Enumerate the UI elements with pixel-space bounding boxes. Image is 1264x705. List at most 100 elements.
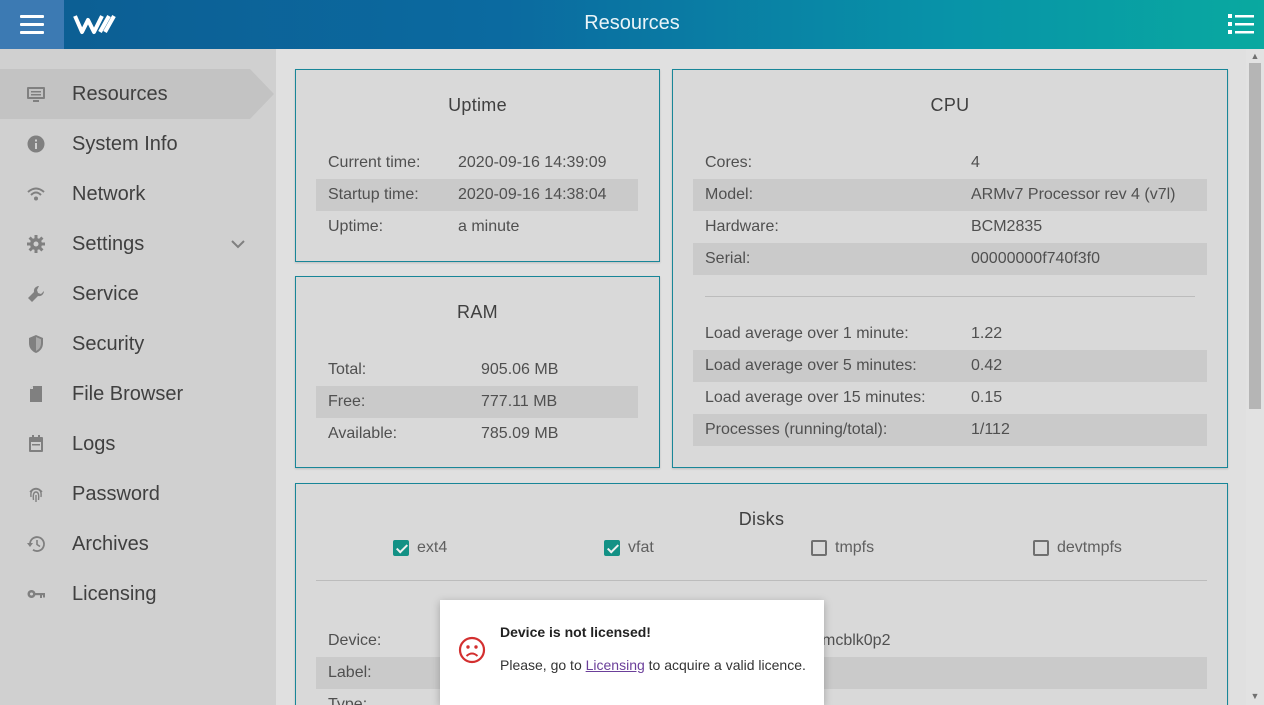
row-value: ARMv7 Processor rev 4 (v7l) xyxy=(971,186,1176,203)
table-row: Load average over 5 minutes: 0.42 xyxy=(693,350,1207,382)
row-key: Uptime: xyxy=(328,218,384,235)
sidebar-item-resources[interactable]: Resources xyxy=(0,69,274,119)
row-key: Device: xyxy=(328,632,382,649)
sidebar-item-label: Password xyxy=(72,482,160,505)
shield-icon xyxy=(29,335,43,353)
licensing-link[interactable]: Licensing xyxy=(586,657,645,673)
sidebar-item-licensing[interactable]: Licensing xyxy=(0,569,276,619)
history-icon xyxy=(27,536,45,552)
sidebar-item-label: File Browser xyxy=(72,382,184,405)
table-row: Model: ARMv7 Processor rev 4 (v7l) xyxy=(693,179,1207,211)
sidebar-item-label: Licensing xyxy=(72,582,157,605)
row-value: 2020-09-16 14:39:09 xyxy=(458,154,607,171)
sidebar-item-label: Settings xyxy=(72,232,145,255)
scrollbar-thumb[interactable] xyxy=(1249,63,1261,409)
ram-card: RAM Total: 905.06 MB Free: 777.11 MB Ava… xyxy=(295,276,660,468)
top-bar: Resources xyxy=(0,0,1264,49)
checkbox-label: tmpfs xyxy=(835,539,875,556)
sidebar-item-settings[interactable]: Settings xyxy=(0,219,276,269)
filter-tmpfs-checkbox[interactable]: tmpfs xyxy=(811,539,874,557)
dialog-message: Please, go to Licensing to acquire a val… xyxy=(500,657,806,673)
row-key: Total: xyxy=(328,361,367,378)
divider xyxy=(316,580,1207,581)
row-value: 1.22 xyxy=(971,325,1003,342)
sidebar-item-file-browser[interactable]: File Browser xyxy=(0,369,276,419)
row-value: 777.11 MB xyxy=(481,393,558,410)
row-key: Load average over 15 minutes: xyxy=(705,389,926,406)
cpu-card: CPU Cores: 4 Model: ARMv7 Processor rev … xyxy=(672,69,1228,468)
wifi-icon xyxy=(27,187,45,201)
row-value: 0.42 xyxy=(971,357,1003,374)
row-key: Hardware: xyxy=(705,218,779,235)
table-row: Free: 777.11 MB xyxy=(316,386,638,418)
dialog-message-suffix: to acquire a valid licence. xyxy=(644,657,806,673)
row-key: Available: xyxy=(328,425,398,442)
scroll-up-arrow-icon[interactable]: ▲ xyxy=(1250,51,1260,61)
sidebar-item-system-info[interactable]: System Info xyxy=(0,119,276,169)
row-value: a minute xyxy=(458,218,520,235)
license-warning-dialog: Device is not licensed! Please, go to Li… xyxy=(440,600,824,705)
page-title: Resources xyxy=(584,12,680,34)
card-title: Uptime xyxy=(448,95,507,115)
table-row: Serial: 00000000f740f3f0 xyxy=(693,243,1207,275)
scrollbar[interactable]: ▲ ▼ xyxy=(1246,49,1264,705)
row-key: Current time: xyxy=(328,154,421,171)
row-key: Processes (running/total): xyxy=(705,421,888,438)
sidebar-item-label: Security xyxy=(72,332,145,355)
sidebar-item-password[interactable]: Password xyxy=(0,469,276,519)
row-key: Startup time: xyxy=(328,186,419,203)
scroll-down-arrow-icon[interactable]: ▼ xyxy=(1250,691,1260,701)
row-key: Load average over 5 minutes: xyxy=(705,357,917,374)
row-key: Load average over 1 minute: xyxy=(705,325,909,342)
file-icon xyxy=(30,386,42,402)
filter-ext4-checkbox[interactable]: ext4 xyxy=(393,539,447,557)
table-row: Load average over 1 minute: 1.22 xyxy=(693,318,1207,350)
chevron-down-icon[interactable] xyxy=(230,236,246,252)
row-value: 0.15 xyxy=(971,389,1003,406)
filter-vfat-checkbox[interactable]: vfat xyxy=(604,539,654,557)
uptime-card: Uptime Current time: 2020-09-16 14:39:09… xyxy=(295,69,660,262)
row-key: Model: xyxy=(705,186,754,203)
checkbox-checked-icon[interactable] xyxy=(604,540,620,556)
row-value: 785.09 MB xyxy=(481,425,559,442)
sidebar-item-archives[interactable]: Archives xyxy=(0,519,276,569)
checkbox-unchecked-icon[interactable] xyxy=(1033,540,1049,556)
gear-icon xyxy=(27,235,45,253)
row-key: Free: xyxy=(328,393,366,410)
wrench-icon xyxy=(28,285,45,302)
sidebar-item-label: Logs xyxy=(72,432,116,455)
table-row: Startup time: 2020-09-16 14:38:04 xyxy=(316,179,638,211)
sidebar-item-label: Archives xyxy=(72,532,149,555)
row-value: 905.06 MB xyxy=(481,361,559,378)
checkbox-unchecked-icon[interactable] xyxy=(811,540,827,556)
list-menu-icon[interactable] xyxy=(1228,12,1254,36)
key-icon xyxy=(27,590,45,598)
sidebar-item-logs[interactable]: Logs xyxy=(0,419,276,469)
fingerprint-icon xyxy=(29,487,43,502)
sidebar: Resources System Info Network Settings S… xyxy=(0,49,276,705)
table-row: Available: 785.09 MB xyxy=(316,418,638,450)
table-row: Load average over 15 minutes: 0.15 xyxy=(693,382,1207,414)
divider xyxy=(705,296,1195,297)
checkbox-checked-icon[interactable] xyxy=(393,540,409,556)
checkbox-label: ext4 xyxy=(417,539,448,556)
filter-devtmpfs-checkbox[interactable]: devtmpfs xyxy=(1033,539,1122,557)
sad-face-error-icon xyxy=(458,636,486,664)
table-row: Current time: 2020-09-16 14:39:09 xyxy=(316,147,638,179)
sidebar-item-label: Network xyxy=(72,182,146,205)
row-key: Label: xyxy=(328,664,372,681)
table-row: Total: 905.06 MB xyxy=(316,354,638,386)
sidebar-item-label: Resources xyxy=(72,82,168,105)
row-key: Cores: xyxy=(705,154,753,171)
table-row: Cores: 4 xyxy=(693,147,1207,179)
row-value: 4 xyxy=(971,154,980,171)
row-value: BCM2835 xyxy=(971,218,1043,235)
dialog-message-prefix: Please, go to xyxy=(500,657,586,673)
card-title: RAM xyxy=(457,302,498,322)
sidebar-item-security[interactable]: Security xyxy=(0,319,276,369)
sidebar-item-service[interactable]: Service xyxy=(0,269,276,319)
row-value: mcblk0p2 xyxy=(822,632,891,649)
row-value: 00000000f740f3f0 xyxy=(971,250,1101,267)
sidebar-item-network[interactable]: Network xyxy=(0,169,276,219)
monitor-icon xyxy=(27,87,45,102)
